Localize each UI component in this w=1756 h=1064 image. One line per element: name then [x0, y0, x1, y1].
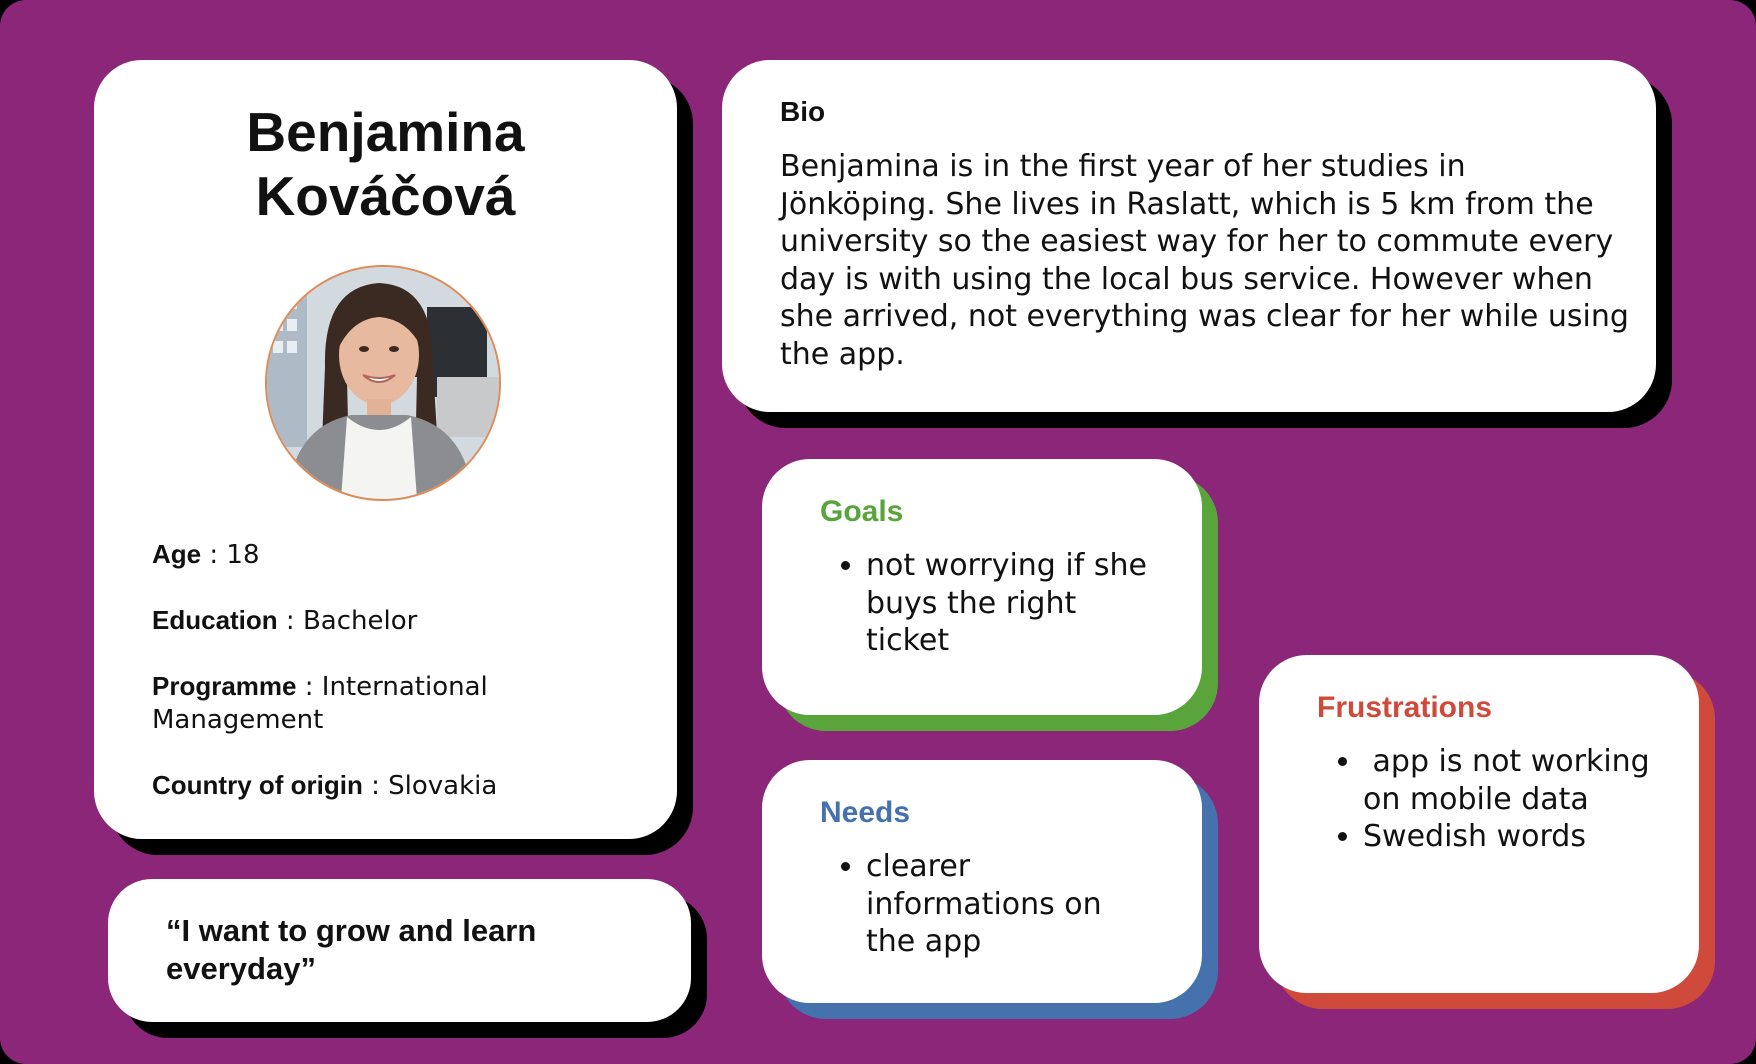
persona-name: Benjamina Kováčová [94, 100, 677, 228]
facts-list: Age : 18 Education : Bachelor Programme … [152, 538, 652, 835]
frustrations-list: app is not working on mobile data Swedis… [1317, 743, 1663, 856]
quote-line-1: “I want to grow and learn [166, 913, 537, 948]
quote-line-2: everyday” [166, 951, 316, 986]
fact-label: Country of origin [152, 770, 363, 800]
list-item: not worrying if she buys the right ticke… [866, 547, 1166, 660]
frustrations-title: Frustrations [1317, 691, 1493, 724]
fact-label: Age [152, 539, 202, 569]
bio-text: Benjamina is in the first year of her st… [780, 149, 1629, 372]
needs-list: clearer informations on the app [820, 848, 1156, 961]
avatar [265, 265, 501, 501]
frustrations-card: Frustrations app is not working on mobil… [1259, 655, 1699, 993]
list-item: Swedish words [1363, 818, 1663, 856]
fact-value: : Slovakia [362, 771, 498, 801]
goals-list: not worrying if she buys the right ticke… [820, 547, 1166, 660]
needs-card: Needs clearer informations on the app [762, 760, 1202, 1003]
avatar-portrait-image [267, 267, 499, 499]
profile-card: Benjamina Kováčová Age: 18 Education: … [94, 60, 677, 839]
goals-card: Goals not worrying if she buys the right… [762, 459, 1202, 715]
name-line-2: Kováčová [255, 165, 516, 227]
fact-education: Education : Bachelor [152, 604, 652, 638]
fact-age: Age : 18 [152, 538, 652, 572]
fact-programme: Programme : International Management [152, 670, 652, 737]
goals-title: Goals [820, 495, 904, 528]
bio-title: Bio [780, 96, 826, 127]
name-line-1: Benjamina [246, 101, 525, 163]
fact-value: : Bachelor [277, 606, 418, 636]
quote-text: “I want to grow and learn everyday” [166, 912, 646, 988]
persona-canvas: Benjamina Kováčová Age: 18 Education: … [0, 0, 1756, 1064]
fact-label: Education [152, 605, 278, 635]
fact-value: : 18 [201, 540, 260, 570]
bio-card: Bio Benjamina is in the first year of he… [722, 60, 1656, 412]
needs-title: Needs [820, 796, 911, 829]
fact-label: Programme [152, 671, 297, 701]
quote-card: “I want to grow and learn everyday” [108, 879, 691, 1022]
list-item: clearer informations on the app [866, 848, 1156, 961]
list-item: app is not working on mobile data [1363, 743, 1663, 818]
fact-country: Country of origin : Slovakia [152, 769, 652, 803]
